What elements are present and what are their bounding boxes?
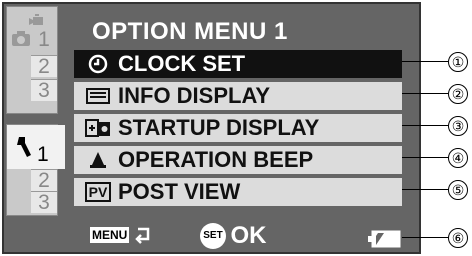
settings-tab-2[interactable]: 2 [31,169,57,191]
callout-6: ⑥ [448,228,468,248]
callout-line-4 [402,157,448,158]
menu-item-label: INFO DISPLAY [118,83,270,108]
menu-item-label: OPERATION BEEP [118,147,314,172]
pv-icon: PV [84,181,112,203]
startup-display-icon [84,117,112,139]
info-display-icon [84,85,112,107]
camera-tab-2[interactable]: 2 [31,55,57,77]
wrench-icon [17,137,31,157]
menu-item-post-view[interactable]: PV POST VIEW [74,178,402,206]
callout-line-2 [402,93,448,94]
return-arrow-icon [135,227,150,244]
video-camera-icon [29,14,43,25]
menu-item-label: STARTUP DISPLAY [118,115,320,140]
tab-sidebar: 1 2 3 1 2 3 [6,6,65,252]
camera-icon [12,31,30,46]
callout-line-5 [402,189,448,190]
menu-item-operation-beep[interactable]: OPERATION BEEP [74,146,402,174]
page-title: OPTION MENU 1 [92,18,288,45]
settings-tab-1-active[interactable]: 1 [7,125,65,169]
camera-tab-1[interactable]: 1 [31,29,57,50]
callout-line-1 [402,61,448,62]
callout-5: ⑤ [448,180,468,200]
set-ok-hint: SET OK [200,222,266,250]
camera-tab-3[interactable]: 3 [31,79,57,101]
camera-tab-group[interactable]: 1 2 3 [6,6,58,114]
menu-item-clock-set[interactable]: CLOCK SET [74,50,402,78]
pv-icon-text: PV [84,182,112,202]
callout-4: ④ [448,148,468,168]
callout-3: ③ [448,116,468,136]
set-button-label: SET [200,223,226,249]
settings-tab-1-label: 1 [37,143,49,166]
camera-screen: 1 2 3 1 2 3 OPTION MENU 1 CLOCK SET INFO… [2,2,421,254]
ok-label: OK [230,222,267,249]
menu-item-label: POST VIEW [118,179,241,204]
clock-icon [84,53,112,75]
menu-item-startup-display[interactable]: STARTUP DISPLAY [74,114,402,142]
callout-line-3 [402,125,448,126]
battery-icon [368,230,401,248]
menu-button-label: MENU [90,227,130,244]
settings-tab-group[interactable]: 1 2 3 [6,124,65,216]
bell-icon [84,149,112,171]
menu-back-hint: MENU [90,226,154,244]
callout-line-6 [402,237,448,238]
menu-item-label: CLOCK SET [118,51,246,76]
callout-2: ② [448,84,468,104]
callout-1: ① [448,52,468,72]
menu-item-info-display[interactable]: INFO DISPLAY [74,82,402,110]
settings-tab-3[interactable]: 3 [31,191,57,213]
